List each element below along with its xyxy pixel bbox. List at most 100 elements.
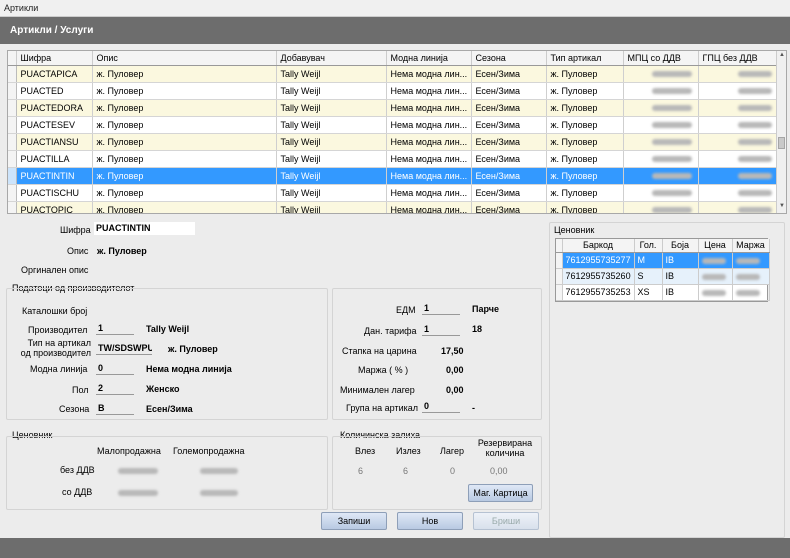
pl-col-barcode[interactable]: Баркод [562,239,635,253]
pl-col-price[interactable]: Цена [698,239,733,253]
cell-type[interactable]: ж. Пуловер [546,116,624,134]
cell-opis[interactable]: ж. Пуловер [92,150,277,168]
new-button[interactable]: Нов [397,512,463,530]
row-indicator[interactable] [8,167,17,185]
col-header-opis[interactable]: Опис [92,51,277,66]
cell-fashion-line[interactable]: Нема модна лин... [386,133,472,151]
cell-supplier[interactable]: Tally Weijl [276,150,387,168]
delete-button[interactable]: Бриши [473,512,539,530]
row-indicator[interactable] [8,65,17,83]
cell-season[interactable]: Есен/Зима [471,150,547,168]
articles-grid[interactable]: Шифра Опис Добавувач Модна линија Сезона… [7,50,787,214]
cell-retail-price[interactable] [623,65,699,83]
cell-price[interactable] [698,252,733,269]
cell-color[interactable]: IB [662,252,699,269]
cell-season[interactable]: Есен/Зима [471,201,547,213]
cell-opis[interactable]: ж. Пуловер [92,82,277,100]
cell-price[interactable] [698,284,733,301]
cell-retail-price[interactable] [623,133,699,151]
cell-margin[interactable] [732,268,770,285]
cell-retail-price[interactable] [623,150,699,168]
cell-fashion-line[interactable]: Нема модна лин... [386,184,472,202]
col-header-fashion-line[interactable]: Модна линија [386,51,472,66]
cell-opis[interactable]: ж. Пуловер [92,167,277,185]
cell-wholesale-price[interactable] [698,133,779,151]
tax-code-field[interactable]: 1 [422,323,460,336]
cell-supplier[interactable]: Tally Weijl [276,116,387,134]
pricelist-row[interactable]: 7612955735277 M IB [556,252,770,269]
cell-season[interactable]: Есен/Зима [471,116,547,134]
cell-opis[interactable]: ж. Пуловер [92,133,277,151]
cell-season[interactable]: Есен/Зима [471,82,547,100]
cell-wholesale-price[interactable] [698,99,779,117]
stock-card-button[interactable]: Маг. Картица [468,484,533,502]
pl-col-color[interactable]: Боја [662,239,699,253]
cell-opis[interactable]: ж. Пуловер [92,184,277,202]
opis-field[interactable]: ж. Пуловер [97,246,147,256]
cell-supplier[interactable]: Tally Weijl [276,167,387,185]
table-row[interactable]: PUACTILLA ж. Пуловер Tally Weijl Нема модна… [8,150,779,168]
cell-wholesale-price[interactable] [698,116,779,134]
cell-color[interactable]: IB [662,284,699,301]
cell-opis[interactable]: ж. Пуловер [92,65,277,83]
cell-opis[interactable]: ж. Пуловер [92,201,277,213]
cell-type[interactable]: ж. Пуловер [546,99,624,117]
table-row[interactable]: PUACTOPIC ж. Пуловер Tally Weijl Нема модна… [8,201,779,213]
cell-fashion-line[interactable]: Нема модна лин... [386,82,472,100]
cell-retail-price[interactable] [623,201,699,213]
pricelist-row[interactable]: 7612955735260 S IB [556,268,770,285]
cell-wholesale-price[interactable] [698,65,779,83]
cell-type[interactable]: ж. Пуловер [546,133,624,151]
pl-col-size[interactable]: Гол. [634,239,663,253]
cell-type[interactable]: ж. Пуловер [546,150,624,168]
gender-code-field[interactable]: 2 [96,382,134,395]
cell-season[interactable]: Есен/Зима [471,99,547,117]
col-header-sifra[interactable]: Шифра [16,51,93,66]
row-indicator[interactable] [8,116,17,134]
cell-fashion-line[interactable]: Нема модна лин... [386,116,472,134]
cell-sifra[interactable]: PUACTINTIN [16,167,93,185]
row-indicator[interactable] [8,184,17,202]
cell-opis[interactable]: ж. Пуловер [92,116,277,134]
table-row[interactable]: PUACTEDORA ж. Пуловер Tally Weijl Нема модн… [8,99,779,117]
cell-sifra[interactable]: PUACTIANSU [16,133,93,151]
cell-supplier[interactable]: Tally Weijl [276,82,387,100]
cell-fashion-line[interactable]: Нема модна лин... [386,150,472,168]
margin-value[interactable]: 0,00 [446,365,464,375]
row-indicator[interactable] [8,201,17,213]
cell-sifra[interactable]: PUACTILLA [16,150,93,168]
cell-size[interactable]: XS [634,284,663,301]
pl-col-margin[interactable]: Маржа [732,239,770,253]
cell-wholesale-price[interactable] [698,184,779,202]
cell-barcode[interactable]: 7612955735277 [562,252,635,269]
customs-value[interactable]: 17,50 [441,346,464,356]
minstock-value[interactable]: 0,00 [446,385,464,395]
cell-wholesale-price[interactable] [698,167,779,185]
cell-season[interactable]: Есен/Зима [471,184,547,202]
cell-season[interactable]: Есен/Зима [471,65,547,83]
cell-sifra[interactable]: PUACTEDORA [16,99,93,117]
cell-supplier[interactable]: Tally Weijl [276,65,387,83]
sifra-field[interactable]: PUACTINTIN [94,222,195,235]
cell-type[interactable]: ж. Пуловер [546,65,624,83]
cell-color[interactable]: IB [662,268,699,285]
cell-type[interactable]: ж. Пуловер [546,201,624,213]
cell-opis[interactable]: ж. Пуловер [92,99,277,117]
cell-retail-price[interactable] [623,99,699,117]
table-row[interactable]: PUACTISCHU ж. Пуловер Tally Weijl Нема модн… [8,184,779,202]
cell-wholesale-price[interactable] [698,201,779,213]
col-header-retail-price[interactable]: МПЦ со ДДВ [623,51,699,66]
table-row[interactable]: PUACTED ж. Пуловер Tally Weijl Нема модна л… [8,82,779,100]
type-code-field[interactable]: TW/SDSWPU [96,342,152,355]
table-row[interactable]: PUACTIANSU ж. Пуловер Tally Weijl Нема модн… [8,133,779,151]
line-code-field[interactable]: 0 [96,362,134,375]
cell-retail-price[interactable] [623,116,699,134]
cell-fashion-line[interactable]: Нема модна лин... [386,99,472,117]
cell-fashion-line[interactable]: Нема модна лин... [386,167,472,185]
cell-sifra[interactable]: PUACTED [16,82,93,100]
scroll-thumb[interactable] [778,137,785,149]
cell-size[interactable]: M [634,252,663,269]
col-header-season[interactable]: Сезона [471,51,547,66]
cell-season[interactable]: Есен/Зима [471,133,547,151]
cell-price[interactable] [698,268,733,285]
